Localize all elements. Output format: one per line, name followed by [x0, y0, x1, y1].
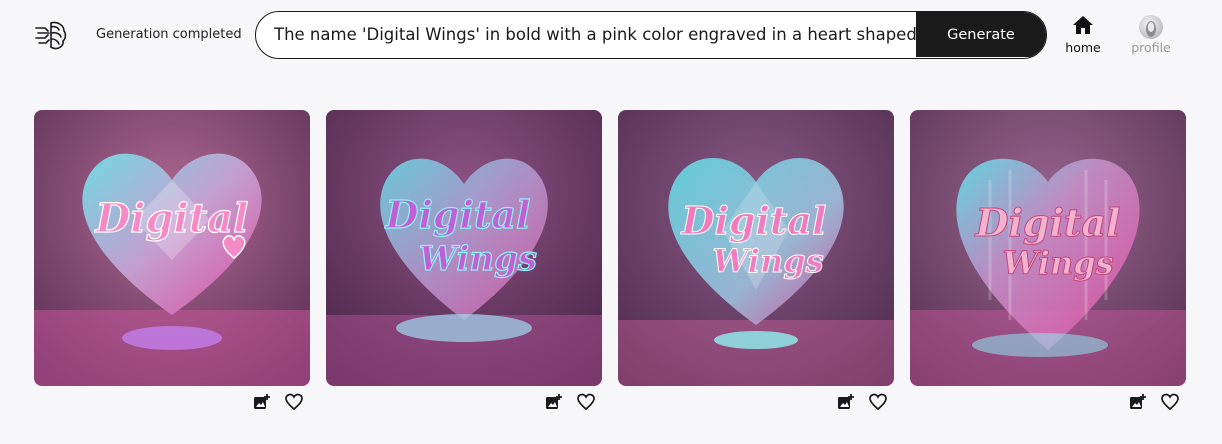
add-image-icon[interactable]	[545, 393, 563, 411]
generate-button[interactable]: Generate	[916, 12, 1046, 57]
image-text-line2: Wings	[712, 242, 823, 280]
add-image-icon[interactable]	[1129, 393, 1147, 411]
heart-icon[interactable]	[869, 393, 887, 411]
nav-profile[interactable]: profile	[1121, 14, 1181, 55]
heart-icon[interactable]	[577, 393, 595, 411]
generated-image[interactable]: Digital Wings	[910, 110, 1186, 386]
image-card: Digital Wings	[910, 110, 1186, 411]
profile-avatar-icon	[1121, 14, 1181, 39]
image-card: Digital	[34, 110, 310, 411]
generated-image[interactable]: Digital Wings	[326, 110, 602, 386]
image-text-line1: Digital	[384, 192, 530, 237]
image-text-line1: Digital	[680, 198, 826, 243]
home-icon	[1053, 14, 1113, 38]
prompt-bar: Generate	[255, 11, 1047, 59]
image-card: Digital Wings	[326, 110, 602, 411]
add-image-icon[interactable]	[253, 393, 271, 411]
heart-icon[interactable]	[1161, 393, 1179, 411]
nav-home[interactable]: home	[1053, 14, 1113, 55]
image-text-line2: Wings	[419, 239, 537, 279]
brain-logo-icon[interactable]	[33, 17, 69, 53]
generated-image[interactable]: Digital	[34, 110, 310, 386]
image-text-line2: Wings	[1002, 244, 1113, 282]
add-image-icon[interactable]	[837, 393, 855, 411]
image-text-line1: Digital	[95, 195, 249, 242]
nav-profile-label: profile	[1131, 40, 1171, 55]
prompt-input[interactable]	[256, 12, 918, 57]
nav-home-label: home	[1065, 40, 1101, 55]
heart-icon[interactable]	[285, 393, 303, 411]
image-text-line1: Digital	[974, 200, 1120, 245]
generated-image[interactable]: Digital Wings	[618, 110, 894, 386]
top-bar: Generation completed Generate home profi…	[0, 0, 1222, 72]
generation-status: Generation completed	[96, 27, 242, 42]
image-card: Digital Wings	[618, 110, 894, 411]
